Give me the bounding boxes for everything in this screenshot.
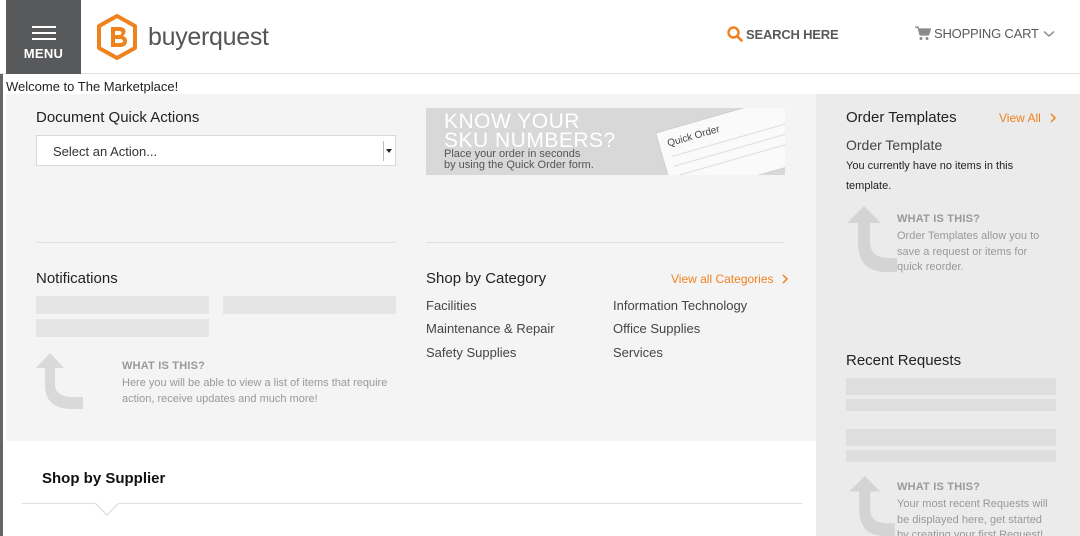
logo-text: buyerquest [148,22,269,51]
cart-icon [915,26,931,40]
buyerquest-logo[interactable]: buyerquest [96,14,269,60]
category-link-maintenance-repair[interactable]: Maintenance & Repair [426,321,555,336]
shopping-cart-link[interactable]: SHOPPING CART [915,26,1055,41]
curved-arrow-icon [847,206,897,272]
templates-what-text: Order Templates allow you to save a requ… [897,229,1067,276]
notifications-what-title: WHAT IS THIS? [122,360,206,372]
category-link-facilities[interactable]: Facilities [426,298,477,313]
chevron-right-icon [1050,113,1056,123]
supplier-divider [22,503,802,504]
view-all-templates-link[interactable]: View All [999,111,1057,125]
requests-what-line3: by creating your first Request! [897,529,1044,536]
category-link-information-technology[interactable]: Information Technology [613,298,747,313]
requests-what-title: WHAT IS THIS? [897,481,981,493]
notification-placeholder [36,296,209,314]
welcome-message: Welcome to The Marketplace! [6,79,179,94]
notifications-what-line1: Here you will be able to view a list of … [122,377,388,389]
top-navigation-bar: MENU buyerquest SEARCH HERE SHOPPING CAR… [0,0,1080,74]
shopping-cart-label: SHOPPING CART [934,26,1039,41]
curved-arrow-icon [36,353,83,409]
banner-headline: KNOW YOUR SKU NUMBERS? [444,111,616,151]
notifications-title: Notifications [36,270,118,287]
category-link-safety-supplies[interactable]: Safety Supplies [426,345,516,360]
templates-what-line2: save a request or items for [897,245,1028,258]
categories-title: Shop by Category [426,270,547,287]
view-all-categories-link[interactable]: View all Categories [671,272,789,286]
supplier-title: Shop by Supplier [42,470,166,487]
search-icon [727,26,743,42]
curved-arrow-icon [849,476,895,536]
banner-description-line2: by using the Quick Order form. [444,159,594,171]
chevron-down-icon [1043,30,1055,37]
view-all-categories-label: View all Categories [671,272,774,286]
notification-placeholder [36,319,209,337]
divider [426,242,785,243]
request-placeholder [846,429,1056,446]
menu-label: MENU [23,46,64,61]
templates-what-title: WHAT IS THIS? [897,213,981,225]
quick-actions-title: Document Quick Actions [36,109,200,126]
requests-what-text: Your most recent Requests will be displa… [897,497,1072,536]
order-templates-title: Order Templates [846,109,957,126]
action-select[interactable]: Select an Action... [36,135,396,166]
notification-placeholder [223,296,396,314]
requests-what-line1: Your most recent Requests will [897,498,1048,510]
supplier-tab-pointer [94,502,120,516]
notifications-what-line2: action, receive updates and much more! [122,392,318,405]
request-placeholder [846,378,1056,395]
search-label: SEARCH HERE [746,26,839,42]
templates-what-line1: Order Templates allow you to [897,230,1040,242]
quick-order-form-title: Quick Order [666,123,722,150]
logo-icon [97,14,137,60]
category-link-office-supplies[interactable]: Office Supplies [613,321,700,336]
form-line [676,141,785,175]
view-all-templates-label: View All [999,111,1041,125]
hamburger-icon [32,26,56,40]
action-select-value: Select an Action... [53,144,158,159]
divider [36,242,396,243]
notifications-what-text: Here you will be able to view a list of … [122,376,402,407]
chevron-right-icon [781,274,788,284]
search-link[interactable]: SEARCH HERE [727,26,839,42]
templates-what-line3: quick reorder. [897,261,964,273]
quick-order-form-illustration: Quick Order [655,108,785,175]
requests-what-line2: be displayed here, get started [897,513,1042,526]
recent-requests-title: Recent Requests [846,352,962,369]
order-template-subtitle: Order Template [846,137,943,153]
request-placeholder [846,450,1056,462]
supplier-section [6,441,816,536]
request-placeholder [846,399,1056,411]
category-link-services[interactable]: Services [613,345,663,360]
banner-description: Place your order in seconds by using the… [444,149,594,171]
left-edge-bar [0,74,3,536]
quick-order-banner[interactable]: Quick Order KNOW YOUR SKU NUMBERS? Place… [426,108,785,175]
menu-button[interactable]: MENU [6,0,81,74]
order-template-empty-text: You currently have no items in this temp… [846,156,1046,196]
select-arrow-icon [383,141,393,161]
order-template-empty-line2: template. [846,180,892,192]
order-template-empty-line1: You currently have no items in this [846,160,1014,172]
